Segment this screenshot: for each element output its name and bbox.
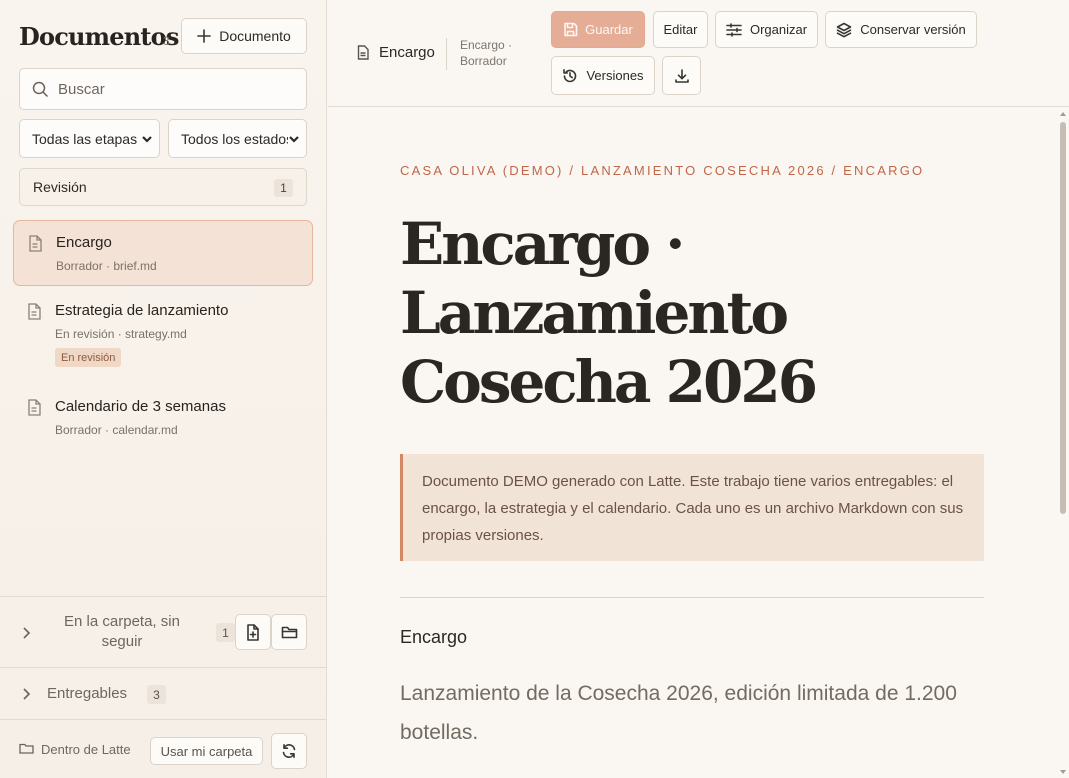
document-item-encargo[interactable]: Encargo Borrador · brief.md — [13, 220, 313, 286]
sidebar-title: Documentos — [19, 22, 179, 51]
download-button[interactable] — [662, 56, 701, 95]
scroll-down-arrow[interactable] — [1060, 770, 1066, 774]
search-icon — [32, 81, 49, 97]
main-panel: Encargo Encargo · Borrador Guardar Edita… — [328, 0, 1069, 778]
history-icon — [563, 68, 577, 82]
document-subtitle: Borrador · calendar.md — [55, 423, 178, 437]
status-badge: En revisión — [55, 348, 122, 367]
body-paragraph: Lanzamiento de la Cosecha 2026, edición … — [400, 682, 957, 744]
section-heading: Encargo — [400, 627, 468, 647]
status-select[interactable]: Todos los estados — [168, 119, 307, 158]
page-title: Encargo · Lanzamiento Cosecha 2026 — [400, 210, 818, 416]
refresh-icon — [282, 744, 296, 758]
document-title: Encargo — [56, 234, 112, 251]
sidebar-footer: Dentro de Latte Usar mi carpeta — [0, 719, 327, 778]
toolbar: Encargo Encargo · Borrador Guardar Edita… — [328, 0, 1069, 107]
breadcrumb: CASA OLIVA (DEMO) / LANZAMIENTO COSECHA … — [400, 163, 925, 178]
edit-button[interactable]: Editar — [653, 11, 708, 48]
versions-label: Versiones — [586, 68, 644, 83]
document-icon — [27, 303, 41, 325]
track-file-button[interactable] — [235, 614, 271, 650]
current-file: Encargo — [357, 44, 435, 61]
search-input[interactable] — [58, 80, 288, 98]
document-icon — [357, 45, 369, 60]
review-filter-count: 1 — [274, 179, 293, 197]
new-document-label: Documento — [219, 28, 291, 44]
untracked-section-label[interactable]: En la carpeta, sin seguir — [47, 612, 197, 652]
divider — [446, 38, 447, 70]
chevron-right-icon[interactable] — [21, 626, 31, 645]
document-item-calendario[interactable]: Calendario de 3 semanas Borrador · calen… — [13, 385, 313, 445]
sync-button[interactable] — [271, 733, 307, 769]
scroll-up-arrow[interactable] — [1060, 112, 1066, 116]
document-item-estrategia[interactable]: Estrategia de lanzamiento En revisión · … — [13, 289, 313, 375]
untracked-count: 1 — [216, 623, 235, 642]
plus-icon — [197, 29, 212, 43]
download-icon — [674, 68, 689, 83]
document-subtitle: Borrador · brief.md — [56, 259, 157, 273]
open-folder-button[interactable] — [271, 614, 307, 650]
search-box[interactable] — [19, 68, 307, 110]
current-file-status: Encargo · Borrador — [460, 38, 513, 68]
file-plus-icon — [247, 623, 259, 641]
save-icon — [564, 22, 578, 37]
document-icon — [27, 399, 41, 421]
sliders-icon — [726, 22, 742, 37]
stage-select-value: Todas las etapas — [32, 130, 138, 147]
folder-icon — [19, 742, 34, 760]
review-filter[interactable]: Revisión 1 — [19, 168, 307, 206]
review-filter-label: Revisión — [33, 179, 87, 195]
demo-callout: Documento DEMO generado con Latte. Este … — [400, 454, 984, 561]
keep-version-button[interactable]: Conservar versión — [825, 11, 977, 48]
organize-button[interactable]: Organizar — [715, 11, 818, 48]
sidebar: Documentos 3 Documento Todas las etapas … — [0, 0, 327, 778]
document-title: Calendario de 3 semanas — [55, 398, 226, 415]
save-button[interactable]: Guardar — [551, 11, 645, 48]
storage-location: Dentro de Latte — [41, 742, 131, 757]
chevron-down-icon — [141, 132, 153, 146]
untracked-section: En la carpeta, sin seguir 1 — [0, 596, 327, 668]
deliverables-count: 3 — [147, 685, 166, 704]
chevron-down-icon — [288, 132, 300, 146]
chevron-right-icon[interactable] — [21, 687, 31, 706]
document-subtitle: En revisión · strategy.md — [55, 327, 187, 341]
deliverables-label[interactable]: Entregables — [47, 685, 127, 702]
document-count: 3 — [163, 34, 170, 48]
layers-icon — [836, 22, 852, 37]
versions-button[interactable]: Versiones — [551, 56, 655, 95]
current-file-name: Encargo — [379, 44, 435, 61]
organize-label: Organizar — [749, 22, 808, 37]
scrollbar[interactable] — [1057, 108, 1069, 778]
deliverables-section: Entregables 3 — [0, 667, 327, 720]
document-icon — [28, 235, 42, 257]
new-document-button[interactable]: Documento — [181, 18, 307, 54]
scrollbar-thumb[interactable] — [1060, 122, 1066, 514]
save-label: Guardar — [585, 22, 633, 37]
use-my-folder-button[interactable]: Usar mi carpeta — [150, 737, 263, 765]
folder-icon — [281, 626, 297, 638]
divider — [400, 597, 984, 598]
status-select-value: Todos los estados — [181, 130, 294, 147]
stage-select[interactable]: Todas las etapas — [19, 119, 160, 158]
keep-version-label: Conservar versión — [860, 22, 966, 37]
document-title: Estrategia de lanzamiento — [55, 302, 229, 319]
document-content: CASA OLIVA (DEMO) / LANZAMIENTO COSECHA … — [328, 108, 1069, 778]
